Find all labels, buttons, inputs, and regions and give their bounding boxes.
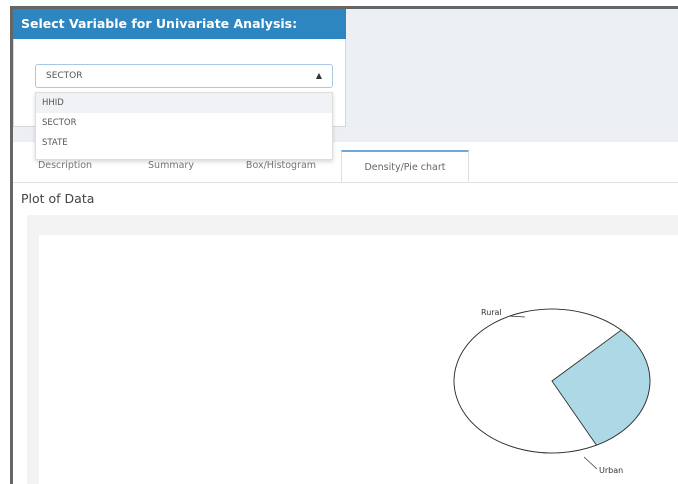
variable-dropdown: HHID SECTOR STATE <box>35 92 333 160</box>
plot-area: Rural Urban <box>39 235 678 484</box>
pie-label-rural: Rural <box>481 308 502 317</box>
pie-label-urban: Urban <box>599 466 623 475</box>
panel-title: Select Variable for Univariate Analysis: <box>13 9 346 39</box>
option-hhid[interactable]: HHID <box>36 93 332 113</box>
app-frame: Select Variable for Univariate Analysis:… <box>10 6 678 484</box>
plot-title: Plot of Data <box>21 191 95 206</box>
option-sector[interactable]: SECTOR <box>36 113 332 133</box>
pie-chart: Rural Urban <box>453 308 651 475</box>
option-state[interactable]: STATE <box>36 133 332 153</box>
pie-label-leader-urban <box>583 456 598 470</box>
tab-density-pie-chart[interactable]: Density/Pie chart <box>341 150 469 182</box>
variable-select[interactable]: SECTOR ▲ <box>35 64 333 88</box>
sidebar-panel-area: Select Variable for Univariate Analysis:… <box>13 9 678 160</box>
select-value: SECTOR <box>46 71 83 81</box>
caret-up-icon: ▲ <box>315 71 322 80</box>
